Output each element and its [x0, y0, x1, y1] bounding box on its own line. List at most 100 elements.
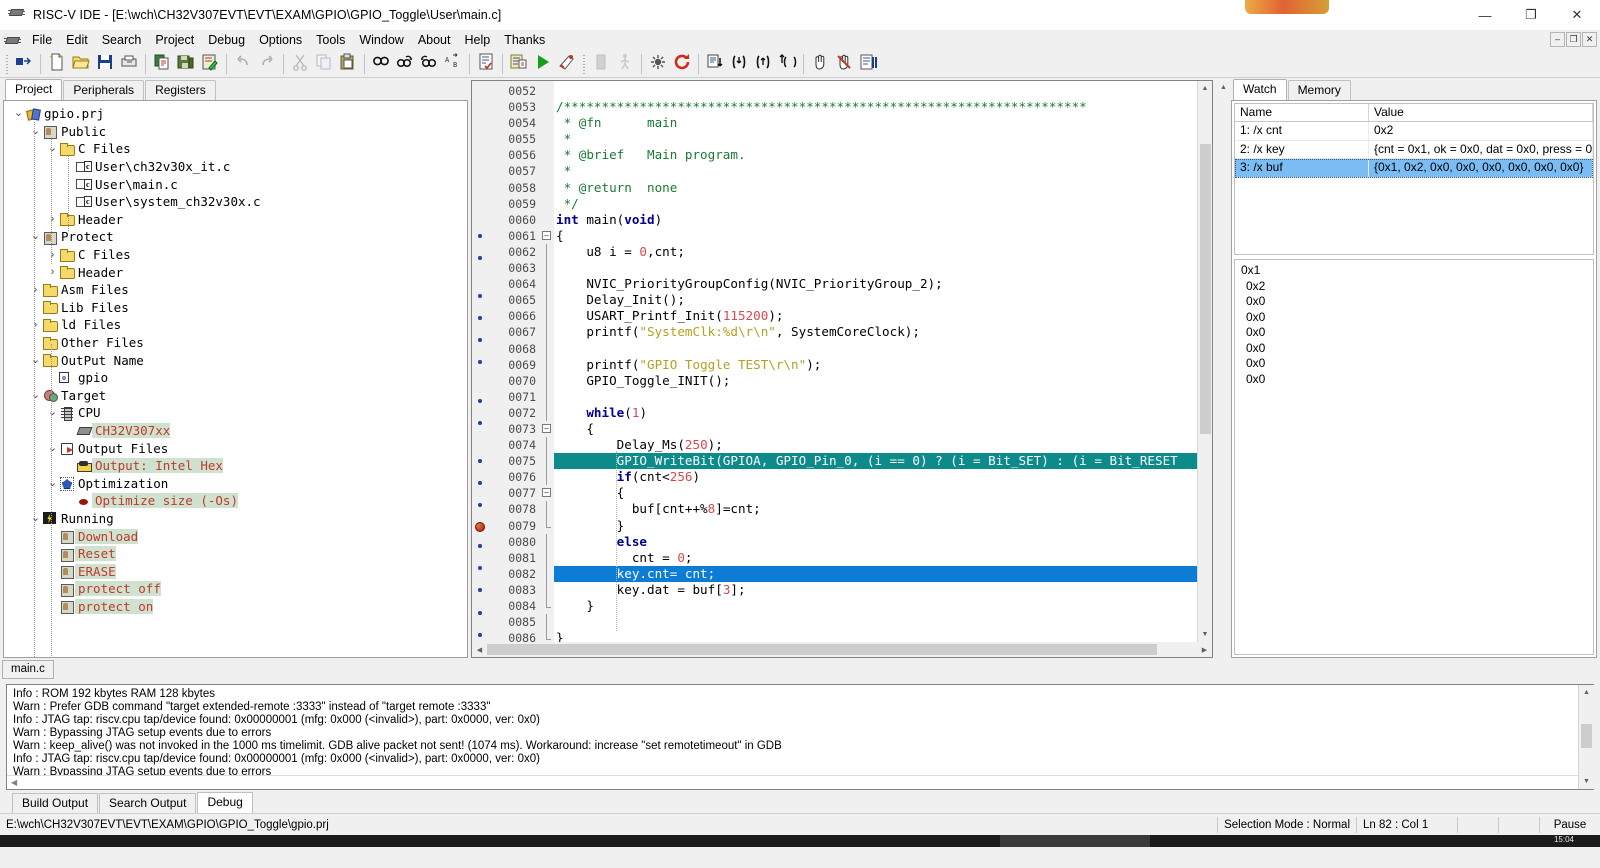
line-executable-dot[interactable]: [472, 588, 488, 604]
file-tab-main-c[interactable]: main.c: [2, 660, 54, 679]
menu-item-edit[interactable]: Edit: [59, 30, 95, 50]
chevron-down-icon[interactable]: ⌄: [46, 477, 59, 488]
mdi-minimize-button[interactable]: –: [1550, 32, 1565, 47]
tree-item[interactable]: › Asm Files: [12, 281, 467, 299]
menu-item-search[interactable]: Search: [95, 30, 149, 50]
chevron-down-icon[interactable]: ⌄: [29, 354, 42, 365]
code-line[interactable]: [554, 260, 1197, 276]
minimize-button[interactable]: —: [1462, 0, 1508, 30]
watch-expression-name[interactable]: 2: /x key: [1235, 140, 1369, 158]
chevron-down-icon[interactable]: ⌄: [29, 125, 42, 136]
tree-item[interactable]: c User\ch32v30x_it.c: [12, 158, 467, 176]
toolbar-run-button[interactable]: [531, 52, 555, 76]
output-tab-build-output[interactable]: Build Output: [12, 793, 99, 813]
code-line[interactable]: */: [554, 196, 1197, 212]
code-line[interactable]: {: [554, 228, 1197, 244]
tree-item[interactable]: ⌄ CPU: [12, 404, 467, 422]
watch-column-header[interactable]: Value: [1369, 104, 1594, 121]
scroll-down-icon[interactable]: ▼: [1197, 627, 1212, 642]
toolbar-build-button[interactable]: [150, 52, 174, 76]
editor-fold-gutter[interactable]: – – –: [540, 81, 554, 642]
menu-item-help[interactable]: Help: [457, 30, 497, 50]
toolbar-step-into-button[interactable]: [727, 52, 751, 76]
tree-item[interactable]: › ld Files: [12, 316, 467, 334]
menu-item-about[interactable]: About: [411, 30, 458, 50]
toolbar-new-file-button[interactable]: [45, 52, 69, 76]
toolbar-hand-stop-button[interactable]: [832, 52, 856, 76]
line-executable-dot[interactable]: [472, 544, 488, 560]
toolbar-find-next-button[interactable]: [393, 52, 417, 76]
toolbar-build-options-button[interactable]: [198, 52, 222, 76]
chevron-right-icon[interactable]: ›: [46, 213, 59, 225]
tree-item[interactable]: ⌄ Target: [12, 387, 467, 405]
watch-expression-value[interactable]: {0x1, 0x2, 0x0, 0x0, 0x0, 0x0, 0x0, 0x0}: [1369, 159, 1594, 177]
code-line[interactable]: key.cnt= cnt;: [554, 565, 1197, 582]
chevron-down-icon[interactable]: ⌄: [29, 512, 42, 523]
code-line[interactable]: else: [554, 534, 1197, 550]
editor-body[interactable]: 0052 0053 0054 0055 0056 0057 0058 0059 0060 0061…: [472, 81, 1212, 642]
line-executable-dot[interactable]: [472, 503, 488, 519]
line-executable-dot[interactable]: [472, 632, 488, 642]
chevron-down-icon[interactable]: ⌄: [46, 143, 59, 154]
tree-item[interactable]: ⌄ Output Files: [12, 439, 467, 457]
code-line[interactable]: [554, 83, 1197, 99]
watch-value-list[interactable]: 0x1 0x2 0x0 0x0 0x0 0x0 0x0 0x0: [1234, 259, 1595, 655]
code-line[interactable]: NVIC_PriorityGroupConfig(NVIC_PriorityGr…: [554, 276, 1197, 292]
tree-item[interactable]: c User\main.c: [12, 175, 467, 193]
chevron-down-icon[interactable]: ⌄: [46, 407, 59, 418]
code-line[interactable]: printf("GPIO Toggle TEST\r\n");: [554, 357, 1197, 373]
code-line[interactable]: [554, 341, 1197, 357]
breakpoint-icon[interactable]: [472, 522, 488, 538]
tree-item[interactable]: ⌄ C Files: [12, 140, 467, 158]
chevron-right-icon[interactable]: ›: [29, 284, 42, 296]
scroll-right-icon[interactable]: ▶: [1197, 642, 1212, 657]
chevron-right-icon[interactable]: ›: [29, 319, 42, 331]
project-tree[interactable]: ⌄ gpio.prj ⌄ Public ⌄ C Files c User\ch32v30x_i…: [3, 100, 468, 658]
tree-item[interactable]: c User\system_ch32v30x.c: [12, 193, 467, 211]
code-line[interactable]: GPIO_Toggle_INIT();: [554, 373, 1197, 389]
toolbar-properties-button[interactable]: [507, 52, 531, 76]
toolbar-paste-button[interactable]: [336, 52, 360, 76]
watch-expression-value[interactable]: {cnt = 0x1, ok = 0x0, dat = 0x0, press =…: [1369, 140, 1594, 158]
toolbar-project-window-button[interactable]: [12, 52, 36, 76]
editor-code-area[interactable]: /***************************************…: [554, 81, 1197, 642]
mdi-restore-button[interactable]: ❐: [1566, 32, 1581, 47]
code-line[interactable]: int main(void): [554, 212, 1197, 228]
editor-breakpoint-gutter[interactable]: [472, 81, 488, 642]
tree-item[interactable]: Reset: [12, 545, 467, 563]
close-button[interactable]: ✕: [1554, 0, 1600, 30]
toolbar-breakpoint-button[interactable]: [646, 52, 670, 76]
menu-item-options[interactable]: Options: [252, 30, 309, 50]
chevron-right-icon[interactable]: ›: [46, 249, 59, 261]
watch-expression-value[interactable]: 0x2: [1369, 122, 1594, 140]
tree-item[interactable]: › C Files: [12, 246, 467, 264]
code-line[interactable]: }: [554, 518, 1197, 534]
tab-peripherals[interactable]: Peripherals: [63, 80, 145, 100]
tree-item[interactable]: Download: [12, 527, 467, 545]
menu-item-file[interactable]: File: [25, 30, 59, 50]
menu-item-project[interactable]: Project: [148, 30, 201, 50]
maximize-button[interactable]: ❐: [1508, 0, 1554, 30]
tree-item[interactable]: ⌄ Running: [12, 510, 467, 528]
watch-column-header[interactable]: Name: [1235, 104, 1369, 121]
toolbar-restart-button[interactable]: [670, 52, 694, 76]
mdi-close-button[interactable]: ✕: [1582, 32, 1597, 47]
toolbar-run-to-cursor-button[interactable]: [775, 52, 799, 76]
toolbar-grip[interactable]: [4, 52, 10, 75]
code-line[interactable]: {: [554, 485, 1197, 501]
code-line[interactable]: [554, 614, 1197, 630]
output-scroll-down-icon[interactable]: ▼: [1579, 774, 1594, 789]
chevron-down-icon[interactable]: ⌄: [46, 442, 59, 453]
code-line[interactable]: USART_Printf_Init(115200);: [554, 308, 1197, 324]
menu-item-tools[interactable]: Tools: [309, 30, 352, 50]
scroll-left-icon[interactable]: ◀: [472, 642, 487, 657]
line-executable-dot[interactable]: [472, 233, 488, 250]
tree-item[interactable]: ERASE: [12, 562, 467, 580]
watch-row[interactable]: 1: /x cnt 0x2: [1235, 122, 1594, 141]
toolbar-sort-button[interactable]: AB: [441, 52, 465, 76]
watch-table[interactable]: Name Value 1: /x cnt 0x2 2: /x key {cnt = 0x…: [1234, 103, 1595, 255]
tab-registers[interactable]: Registers: [145, 80, 216, 100]
chevron-down-icon[interactable]: ⌄: [29, 231, 42, 242]
watch-row[interactable]: 3: /x buf {0x1, 0x2, 0x0, 0x0, 0x0, 0x0, …: [1235, 159, 1594, 178]
tree-item[interactable]: Output: Intel Hex: [12, 457, 467, 475]
